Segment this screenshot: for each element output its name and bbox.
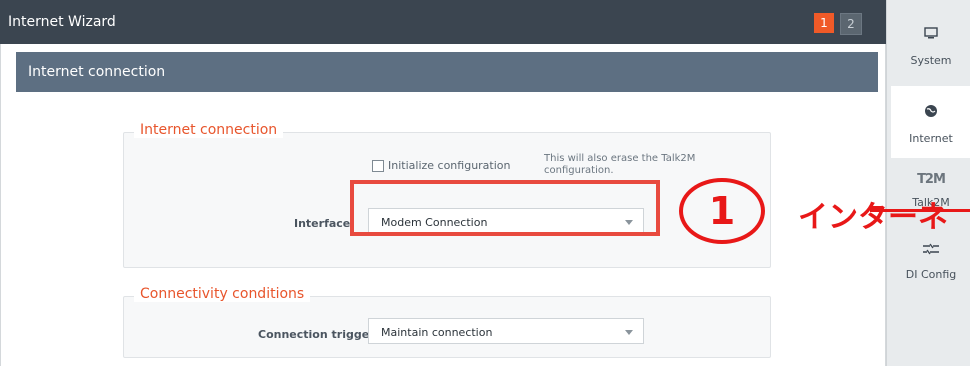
sidebar-item-internet[interactable]: Internet — [891, 86, 970, 158]
connection-trigger-select[interactable]: Maintain connection — [368, 318, 644, 344]
sidebar-item-system[interactable]: System — [891, 8, 970, 80]
initialize-configuration-label[interactable]: Initialize configuration — [388, 159, 511, 172]
connection-trigger-label: Connection trigger: — [258, 328, 380, 341]
wizard-titlebar: Internet Wizard 1 2 — [0, 0, 886, 44]
sidebar-item-label: Internet — [909, 132, 953, 145]
step-2-indicator[interactable]: 2 — [840, 13, 862, 35]
right-sidebar: System Internet T2M Talk2M DI Config — [886, 0, 970, 366]
connection-trigger-value: Maintain connection — [381, 326, 493, 339]
monitor-icon — [891, 26, 970, 44]
sliders-icon — [891, 242, 970, 260]
sidebar-item-di-config[interactable]: DI Config — [891, 234, 970, 306]
step-number-circle: 1 — [679, 178, 765, 244]
section-header: Internet connection — [16, 52, 878, 92]
initialize-configuration-checkbox[interactable] — [372, 160, 384, 172]
highlight-box — [350, 180, 660, 236]
connectivity-conditions-legend: Connectivity conditions — [134, 286, 311, 302]
globe-icon — [891, 104, 970, 122]
erase-talk2m-note: This will also erase the Talk2M configur… — [544, 153, 696, 176]
wizard-title: Internet Wizard — [8, 14, 116, 30]
connectivity-conditions-fieldset: Connectivity conditions Connection trigg… — [123, 286, 771, 358]
section-title: Internet connection — [28, 64, 166, 80]
sidebar-item-label: System — [910, 54, 952, 67]
interface-label: Interface: — [294, 217, 355, 230]
step-1-indicator[interactable]: 1 — [814, 13, 834, 33]
chevron-down-icon — [625, 330, 633, 335]
annotation-text: インターネ — [798, 200, 948, 235]
annotation-strike-line — [870, 209, 970, 212]
internet-connection-legend: Internet connection — [134, 122, 284, 138]
sidebar-item-label: DI Config — [905, 268, 957, 281]
t2m-logo-icon: T2M — [917, 172, 946, 187]
